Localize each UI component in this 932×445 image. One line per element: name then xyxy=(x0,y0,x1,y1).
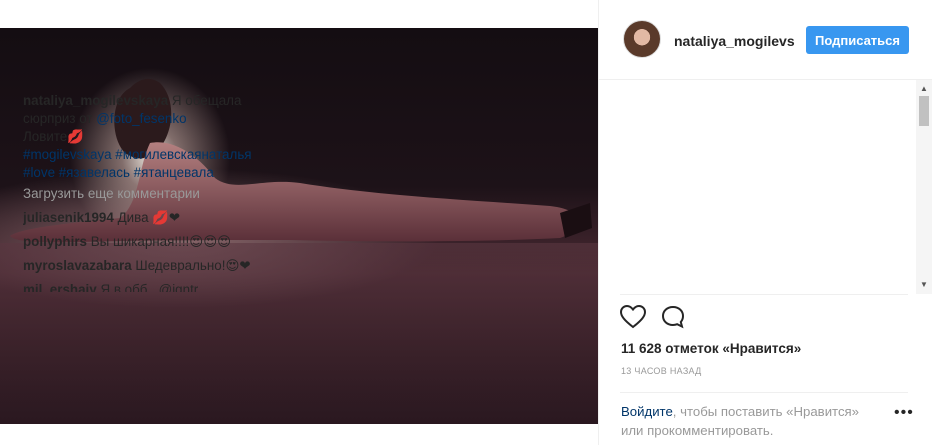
scroll-down-arrow-icon[interactable]: ▼ xyxy=(920,280,928,289)
comment-text: Дива 💋❤ xyxy=(117,210,181,225)
more-options-icon[interactable]: ••• xyxy=(894,404,914,422)
follow-button[interactable]: Подписаться xyxy=(806,26,909,54)
comment: pollyphirs Вы шикарная!!!!😍😍😍 xyxy=(23,233,313,251)
comments-scrollbar[interactable]: ▲ ▼ xyxy=(916,80,932,294)
caption-hashtags-line2[interactable]: #love #язавелась #ятанцевала xyxy=(23,165,214,180)
divider xyxy=(620,392,908,393)
comment-username[interactable]: juliasenik1994 xyxy=(23,210,114,225)
avatar[interactable] xyxy=(623,20,661,58)
comment-username[interactable]: mil_ershaiy xyxy=(23,282,97,292)
comment: juliasenik1994 Дива 💋❤ xyxy=(23,209,313,227)
caption-text-line1: Я обещала xyxy=(171,93,242,108)
action-bar xyxy=(619,304,686,334)
comments-list: nataliya_mogilevskaya Я обещала сюрприз … xyxy=(23,92,313,292)
like-heart-icon[interactable] xyxy=(619,304,647,334)
caption: nataliya_mogilevskaya Я обещала сюрприз … xyxy=(23,92,313,182)
comment-text: Шедеврально!😍❤ xyxy=(135,258,251,273)
post-timestamp[interactable]: 13 ЧАСОВ НАЗАД xyxy=(621,366,702,376)
caption-text-line3: Ловите💋 xyxy=(23,129,84,144)
post-sidebar: nataliya_mogilevs Подписаться xyxy=(598,0,932,445)
scroll-up-arrow-icon[interactable]: ▲ xyxy=(920,84,928,93)
login-prompt: Войдите, чтобы поставить «Нравится» или … xyxy=(621,402,881,440)
post-header: nataliya_mogilevs Подписаться xyxy=(599,0,932,80)
comment: mil_ershaiy Я в обб...@igntr xyxy=(23,281,313,292)
author-username[interactable]: nataliya_mogilevs xyxy=(674,33,795,49)
comment-username[interactable]: pollyphirs xyxy=(23,234,87,249)
caption-hashtags-line1[interactable]: #mogilevskaya #могилевскаянаталья xyxy=(23,147,252,162)
comment-username[interactable]: myroslavazabara xyxy=(23,258,132,273)
login-link[interactable]: Войдите xyxy=(621,404,673,419)
comment-text: Я в обб...@igntr xyxy=(100,282,199,292)
comment-bubble-icon[interactable] xyxy=(660,305,686,334)
caption-username[interactable]: nataliya_mogilevskaya xyxy=(23,93,168,108)
load-more-comments-link[interactable]: Загрузить еще комментарии xyxy=(23,185,313,203)
comment: myroslavazabara Шедеврально!😍❤ xyxy=(23,257,313,275)
scrollbar-thumb[interactable] xyxy=(919,96,929,126)
divider xyxy=(620,294,908,295)
comment-text: Вы шикарная!!!!😍😍😍 xyxy=(90,234,232,249)
caption-mention-link[interactable]: @foto_fesenko xyxy=(96,111,186,126)
likes-count[interactable]: 11 628 отметок «Нравится» xyxy=(621,341,801,356)
caption-text-line2: сюрприз от xyxy=(23,111,97,126)
